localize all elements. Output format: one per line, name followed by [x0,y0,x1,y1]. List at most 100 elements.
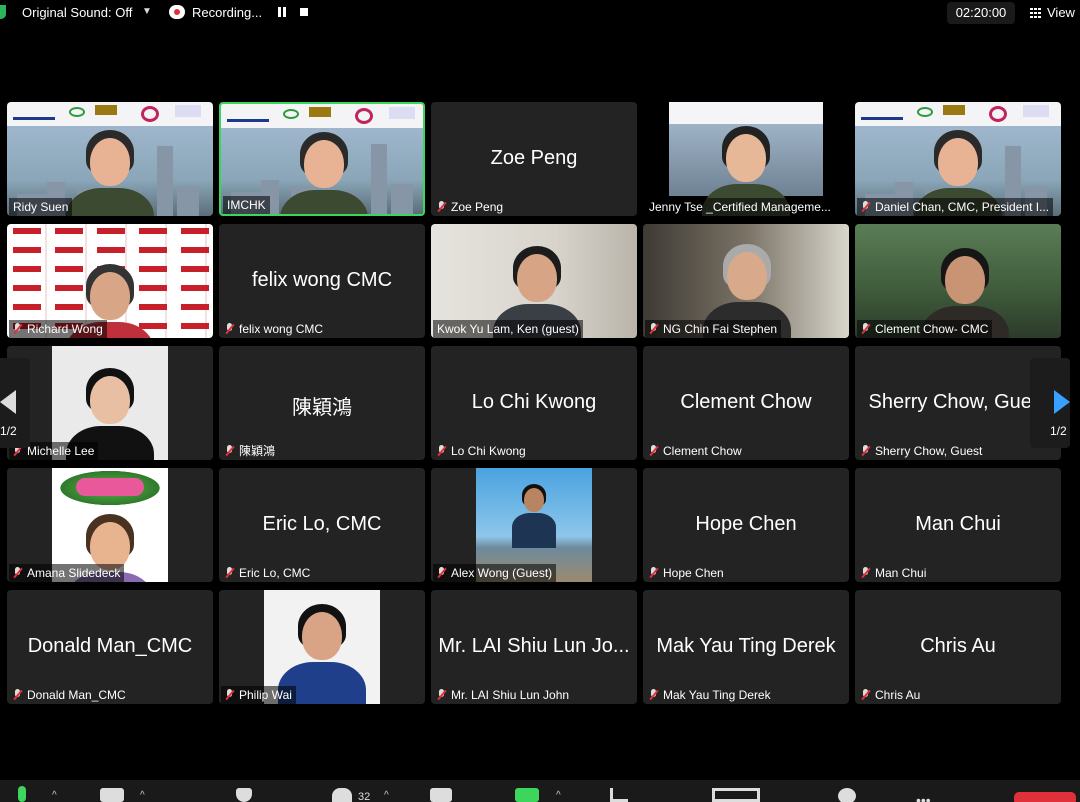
logo-pattern-mark [13,304,41,310]
person-face [945,256,985,304]
muted-mic-icon [225,567,234,579]
muted-mic-icon [13,567,22,579]
chevron-up-icon[interactable]: ^ [140,790,145,801]
skyline-building [157,146,173,216]
participant-tile[interactable]: Eric Lo, CMC Eric Lo, CMC [219,468,425,582]
microphone-icon[interactable] [18,786,26,802]
participant-tile[interactable]: Ridy Suen [7,102,213,216]
participant-tile[interactable]: Kwok Yu Lam, Ken (guest) [431,224,637,338]
participant-name: Kwok Yu Lam, Ken (guest) [437,322,579,336]
participant-name-label: Mr. LAI Shiu Lun John [433,686,573,704]
muted-mic-icon [861,567,870,579]
breakout-rooms-icon[interactable] [712,788,760,802]
share-screen-icon[interactable] [515,788,539,802]
person-face [90,376,130,424]
person-face [727,252,767,300]
chat-icon[interactable] [430,788,452,802]
participant-tile[interactable]: Clement Chow- CMC [855,224,1061,338]
participant-name-label: Zoe Peng [433,198,507,216]
participant-tile[interactable]: Mak Yau Ting Derek Mak Yau Ting Derek [643,590,849,704]
chevron-up-icon[interactable]: ^ [556,790,561,801]
person-face [90,138,130,186]
participants-icon[interactable] [332,788,352,802]
participant-tile[interactable]: Philip Wai [219,590,425,704]
participant-name: 陳穎鴻 [239,444,276,458]
participant-name: Hope Chen [663,566,724,580]
person-face [938,138,978,186]
video-camera-icon[interactable] [100,788,124,802]
imchk-banner-logo [7,102,213,126]
participant-name-label: Alex Wong (Guest) [433,564,557,582]
stop-recording-icon[interactable] [300,8,308,16]
chevron-up-icon[interactable]: ^ [384,790,389,801]
participant-tile[interactable]: Daniel Chan, CMC, President I... [855,102,1061,216]
participant-tile[interactable]: Richard Wong [7,224,213,338]
security-icon[interactable] [236,788,252,802]
logo-pattern-mark [181,304,209,310]
participant-name-label: Ridy Suen [9,198,73,216]
participant-name: Clement Chow- CMC [875,322,989,336]
muted-mic-icon [649,323,658,335]
end-meeting-button[interactable] [1014,792,1076,802]
polls-icon[interactable] [610,788,628,802]
logo-pattern-mark [139,266,167,272]
participant-tile[interactable]: Lo Chi Kwong Lo Chi Kwong [431,346,637,460]
participant-name-label: Donald Man_CMC [9,686,130,704]
security-shield-icon[interactable] [0,5,6,19]
logo-pattern-mark [139,228,167,234]
pause-recording-icon[interactable] [278,7,286,17]
participant-display-name: Chris Au [920,635,996,657]
participant-tile[interactable]: Mr. LAI Shiu Lun Jo... Mr. LAI Shiu Lun J… [431,590,637,704]
logo-pattern-mark [55,304,83,310]
participant-display-name: Zoe Peng [490,147,578,169]
participants-count: 32 [358,791,371,802]
participant-name-label: IMCHK [223,196,270,214]
participant-tile[interactable]: Donald Man_CMC Donald Man_CMC [7,590,213,704]
muted-mic-icon [861,323,870,335]
participant-name-label: Eric Lo, CMC [221,564,314,582]
banner-logo-mark [69,107,85,117]
person-shirt [512,513,556,548]
participant-tile[interactable]: Zoe Peng Zoe Peng [431,102,637,216]
participant-name: Lo Chi Kwong [451,444,526,458]
participant-tile[interactable]: IMCHK [219,102,425,216]
logo-pattern-mark [181,285,209,291]
chevron-up-icon[interactable]: ^ [52,790,57,801]
participant-name: Jenny Tse _Certified Manageme... [649,200,831,214]
participant-tile[interactable]: Amana Slidedeck [7,468,213,582]
logo-pattern-mark [13,247,41,253]
participant-tile[interactable]: Clement Chow Clement Chow [643,346,849,460]
participant-tile[interactable]: Hope Chen Hope Chen [643,468,849,582]
participant-tile[interactable]: Alex Wong (Guest) [431,468,637,582]
participant-name: Donald Man_CMC [27,688,126,702]
participant-name: Zoe Peng [451,200,504,214]
participant-tile[interactable]: Man Chui Man Chui [855,468,1061,582]
logo-pattern-mark [13,228,41,234]
logo-pattern-mark [181,266,209,272]
participant-tile[interactable]: Michelle Lee [7,346,213,460]
imchk-banner-logo [855,102,1061,126]
participant-name-label: Philip Wai [221,686,296,704]
person-face [517,254,557,302]
participant-name: Ridy Suen [13,200,69,214]
participant-tile[interactable]: felix wong CMC felix wong CMC [219,224,425,338]
muted-mic-icon [649,445,658,457]
imchk-banner-logo [221,104,423,128]
reactions-icon[interactable] [838,788,856,802]
original-sound-label[interactable]: Original Sound: Off [22,5,132,20]
muted-mic-icon [861,201,870,213]
participant-tile[interactable]: NG Chin Fai Stephen [643,224,849,338]
view-button[interactable]: View [1030,5,1075,20]
participant-tile[interactable]: Jenny Tse _Certified Manageme... [643,102,849,216]
more-icon[interactable]: ••• [916,792,931,802]
banner-logo-mark [13,106,55,120]
original-sound-dropdown-icon[interactable]: ▼ [142,6,152,17]
participant-tile[interactable]: Chris Au Chris Au [855,590,1061,704]
participant-name: IMCHK [227,198,266,212]
banner-logo-mark [943,105,965,115]
previous-page-button[interactable]: 1/2 [0,358,30,448]
participant-tile[interactable]: 陳穎鴻 陳穎鴻 [219,346,425,460]
participant-name: Alex Wong (Guest) [451,566,553,580]
next-page-button[interactable]: 1/2 [1030,358,1070,448]
banner-logo-mark [989,106,1007,122]
